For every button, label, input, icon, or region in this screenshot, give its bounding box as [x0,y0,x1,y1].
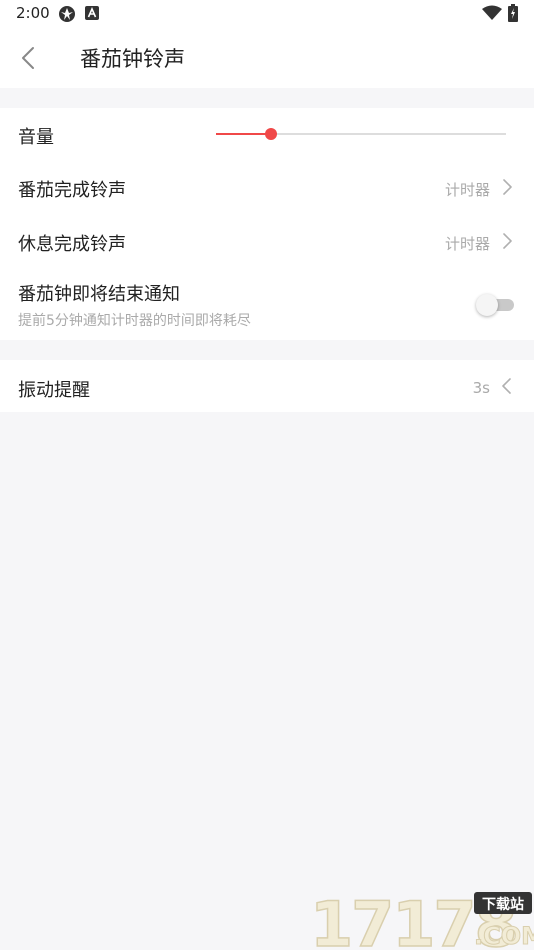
ending-notification-toggle[interactable] [476,294,514,316]
volume-slider-fill [216,133,272,135]
watermark-suffix: .COM [474,922,534,950]
rest-complete-ringtone-value: 计时器 [444,235,490,253]
vibration-label: 振动提醒 [18,380,90,401]
chevron-right-icon [503,179,512,195]
ending-notification-row: 番茄钟即将结束通知 提前5分钟通知计时器的时间即将耗尽 [0,268,534,340]
wifi-icon [482,5,502,20]
rest-complete-ringtone-row[interactable]: 休息完成铃声 计时器 [0,214,534,268]
ending-notification-label: 番茄钟即将结束通知 [18,284,180,305]
chevron-right-icon [503,233,512,249]
pomodoro-complete-ringtone-row[interactable]: 番茄完成铃声 计时器 [0,160,534,214]
volume-slider-thumb[interactable] [265,128,278,140]
a-icon [85,6,99,20]
chevron-left-icon [502,378,511,394]
status-bar: 2:00 [0,0,534,28]
ending-notification-description: 提前5分钟通知计时器的时间即将耗尽 [18,313,251,329]
gear-icon [59,6,75,22]
ringtone-settings-card: 音量 番茄完成铃声 计时器 休息完成铃声 计时器 番茄钟即将结束通知 提前5分钟… [0,108,534,340]
rest-complete-ringtone-label: 休息完成铃声 [18,234,126,255]
page-title: 番茄钟铃声 [80,47,185,71]
back-button[interactable] [12,42,44,74]
chevron-left-icon [22,47,34,69]
status-time: 2:00 [16,4,50,22]
volume-slider[interactable] [216,128,506,140]
watermark-logo: 17178 下载站 .COM [309,888,534,950]
volume-label: 音量 [18,127,54,148]
vibration-settings-card: 振动提醒 3s [0,360,534,412]
pomodoro-complete-ringtone-label: 番茄完成铃声 [18,180,126,201]
vibration-row[interactable]: 振动提醒 3s [0,360,534,412]
pomodoro-complete-ringtone-value: 计时器 [444,181,490,199]
toggle-knob [476,294,498,316]
battery-icon [508,4,518,22]
app-bar: 番茄钟铃声 [0,28,534,88]
volume-row: 音量 [0,108,534,160]
watermark-badge-text: 下载站 [482,896,524,913]
vibration-value: 3s [472,379,490,397]
